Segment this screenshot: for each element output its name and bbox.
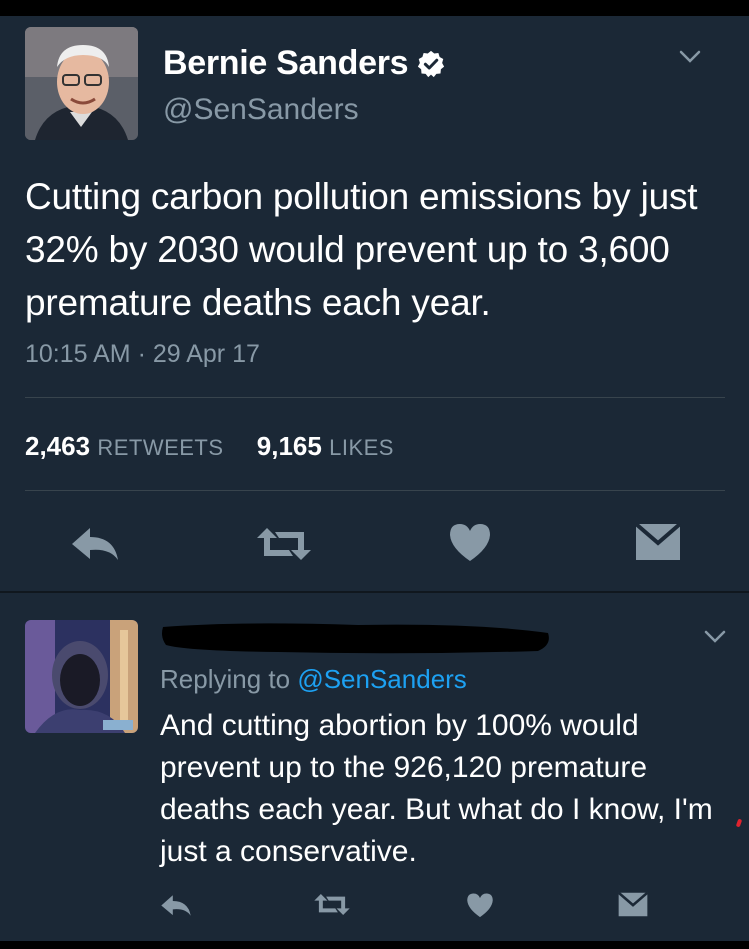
- heart-icon[interactable]: [466, 892, 494, 918]
- avatar-image: [25, 620, 138, 733]
- likes-label[interactable]: LIKES: [329, 435, 394, 460]
- author-name-text: Bernie Sanders: [163, 44, 409, 82]
- author-handle[interactable]: @SenSanders: [163, 93, 359, 127]
- redacted-author-name: [162, 623, 549, 654]
- tweet-timestamp[interactable]: 10:15 AM · 29 Apr 17: [25, 340, 260, 369]
- chevron-down-icon[interactable]: [679, 50, 701, 64]
- replying-mention-link[interactable]: @SenSanders: [297, 664, 467, 694]
- reply-actions: [0, 890, 749, 920]
- retweets-label[interactable]: RETWEETS: [97, 435, 223, 460]
- reply-icon[interactable]: [70, 526, 120, 562]
- retweets-count[interactable]: 2,463: [25, 431, 90, 461]
- verified-badge-icon: [418, 50, 445, 77]
- reply-author-avatar[interactable]: [25, 620, 138, 733]
- likes-count[interactable]: 9,165: [257, 431, 322, 461]
- tweet-actions: [0, 518, 749, 568]
- reply-icon[interactable]: [160, 894, 192, 917]
- replying-to: Replying to @SenSanders: [160, 664, 467, 695]
- status-bar: [0, 0, 749, 16]
- engagement-stats: 2,463 RETWEETS 9,165 LIKES: [25, 431, 420, 462]
- retweet-icon[interactable]: [255, 528, 313, 560]
- avatar-image: [25, 27, 138, 140]
- heart-icon[interactable]: [448, 522, 492, 562]
- reply-text: And cutting abortion by 100% would preve…: [160, 709, 713, 868]
- bottom-bar: [0, 941, 749, 949]
- divider: [25, 397, 725, 398]
- dm-icon[interactable]: [635, 523, 681, 561]
- replying-prefix: Replying to: [160, 664, 291, 694]
- author-name[interactable]: Bernie Sanders: [163, 44, 446, 83]
- author-avatar[interactable]: [25, 27, 138, 140]
- section-separator: [0, 591, 749, 593]
- dm-icon[interactable]: [618, 892, 648, 917]
- chevron-down-icon[interactable]: [704, 630, 726, 644]
- divider: [25, 490, 725, 491]
- tweet-text: Cutting carbon pollution emissions by ju…: [25, 176, 698, 323]
- retweet-icon[interactable]: [313, 894, 351, 915]
- red-mark: [735, 818, 743, 828]
